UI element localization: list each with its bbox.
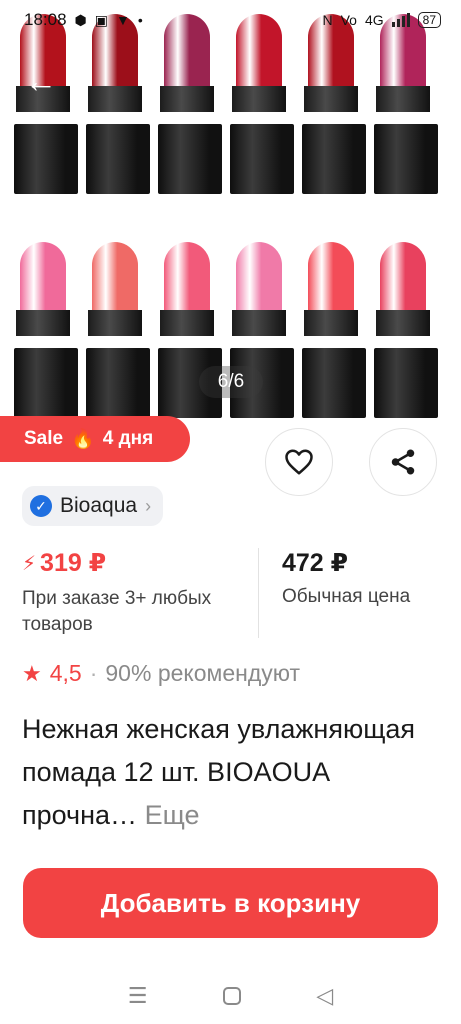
- share-icon: [391, 449, 415, 475]
- sale-price-note: При заказе 3+ любых товаров: [22, 588, 212, 635]
- verified-icon: ✓: [30, 495, 52, 517]
- product-title: Нежная женская увлажняющая помада 12 шт.…: [22, 708, 442, 837]
- home-icon[interactable]: [222, 987, 241, 1005]
- app-notification-icon: ▣: [94, 11, 109, 28]
- favorite-button[interactable]: [265, 428, 333, 496]
- volte-icon: Vo: [340, 12, 357, 28]
- battery-icon: 87: [417, 12, 441, 28]
- app-notification-icon: ⬢: [74, 11, 87, 28]
- share-button[interactable]: [369, 428, 437, 496]
- sale-days: 4 дня: [102, 428, 154, 449]
- star-icon: ★: [22, 660, 42, 686]
- notification-dot-icon: •: [137, 12, 143, 28]
- price-divider: [258, 548, 259, 638]
- regular-price-note: Обычная цена: [282, 586, 411, 607]
- network-type-label: 4G: [364, 12, 384, 28]
- sale-badge: Sale 🔥 4 дня: [0, 416, 190, 462]
- status-bar: 18:08 ⬢ ▣ ▼ • N Vo 4G 87: [0, 0, 461, 40]
- status-time: 18:08: [24, 10, 67, 29]
- product-title-text: Нежная женская увлажняющая помада 12 шт.…: [22, 714, 416, 830]
- add-to-cart-button[interactable]: Добавить в корзину: [23, 868, 438, 938]
- bolt-icon: ⚡: [22, 552, 37, 575]
- fire-icon: 🔥: [71, 429, 95, 450]
- heart-icon: [285, 449, 313, 475]
- image-counter: 6/6: [199, 366, 263, 398]
- signal-icon: [391, 13, 410, 27]
- nfc-icon: N: [322, 12, 333, 28]
- sale-price: ⚡ 319 ₽: [22, 548, 106, 578]
- back-triangle-icon[interactable]: ◁: [316, 983, 333, 1009]
- chevron-right-icon: ›: [145, 495, 152, 516]
- recommend-text: 90% рекомендуют: [105, 660, 301, 686]
- menu-icon[interactable]: ☰: [128, 983, 148, 1009]
- product-image-gallery[interactable]: 18:08 ⬢ ▣ ▼ • N Vo 4G 87 ← 6/6: [0, 0, 461, 430]
- rating-value: 4,5: [49, 660, 82, 686]
- brand-chip[interactable]: ✓ Bioaqua ›: [22, 486, 164, 526]
- rating-separator: ·: [89, 660, 98, 686]
- more-link[interactable]: Еще: [145, 800, 200, 830]
- sale-price-value: 319 ₽: [40, 549, 107, 577]
- back-arrow-icon[interactable]: ←: [24, 63, 58, 99]
- app-notification-icon: ▼: [116, 12, 130, 28]
- system-nav-bar: ☰ ◁: [0, 968, 461, 1024]
- regular-price-value: 472 ₽: [282, 549, 349, 577]
- brand-name: Bioaqua: [60, 494, 138, 517]
- sale-label: Sale: [24, 428, 64, 449]
- rating-row[interactable]: ★ 4,5 · 90% рекомендуют: [22, 660, 300, 687]
